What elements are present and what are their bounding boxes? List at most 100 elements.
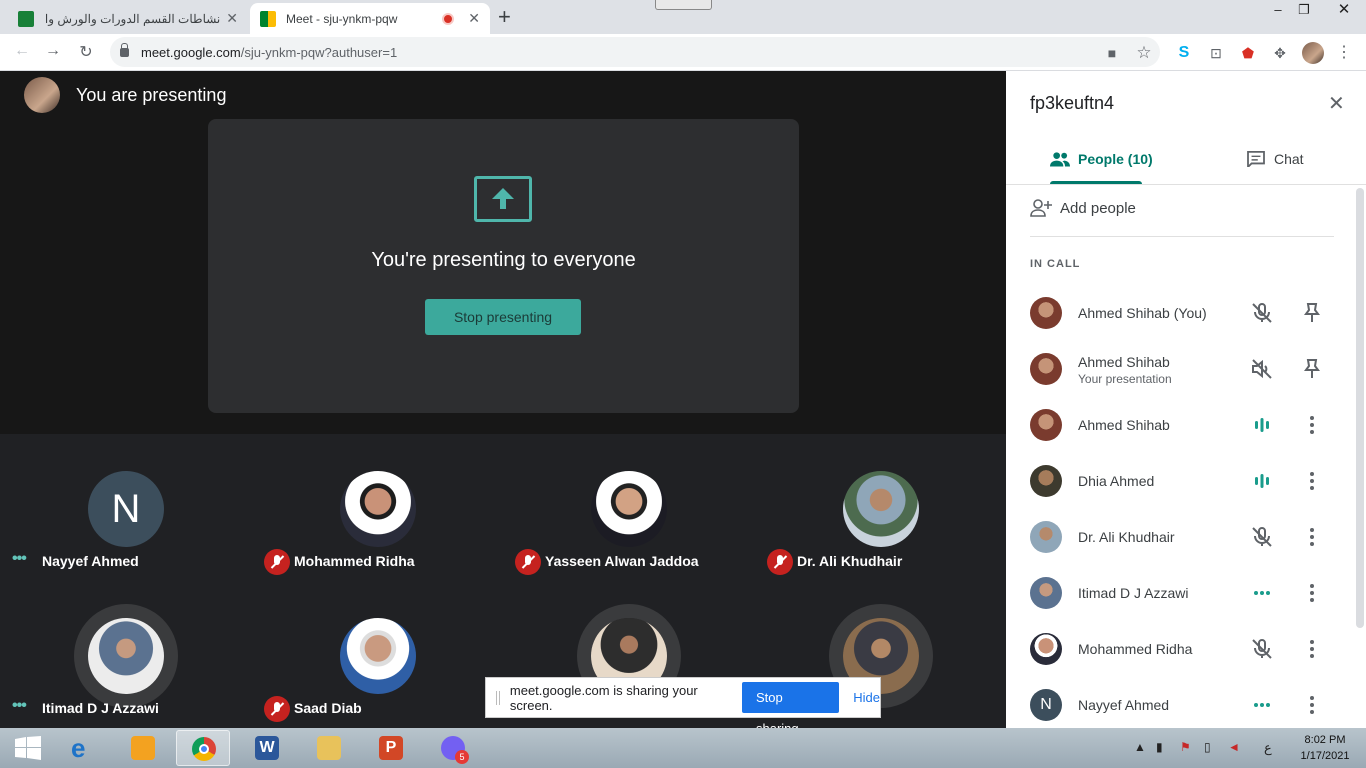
volume-muted-icon[interactable]: ◄ (1228, 740, 1240, 754)
taskbar-powerpoint[interactable]: P (364, 730, 418, 766)
window-drag-handle[interactable] (655, 0, 712, 10)
clock-date: 1/17/2021 (1300, 750, 1350, 762)
mic-off-icon[interactable] (1250, 525, 1274, 549)
participant-tile[interactable]: Saad Diab (252, 582, 502, 722)
screenshot-extension-icon[interactable]: ⊡ (1206, 43, 1226, 63)
presenting-message: You're presenting to everyone (371, 249, 636, 271)
browser-tab-inactive[interactable]: نشاطات القسم الدورات والورش وال ✕ (8, 3, 248, 34)
close-tab-icon[interactable]: ✕ (468, 10, 480, 27)
screen-share-notification: meet.google.com is sharing your screen. … (485, 677, 881, 736)
participant-tile[interactable]: Dr. Ali Khudhair (755, 435, 1005, 575)
participant-name: Mohammed Ridha (294, 553, 415, 569)
speaking-indicator-icon (1250, 413, 1274, 437)
avatar (340, 618, 416, 694)
participant-name: Ahmed Shihab (1078, 417, 1170, 433)
extension-badge-icon[interactable]: ⬟ (1238, 43, 1258, 63)
network-icon[interactable]: ▮ (1156, 740, 1163, 754)
drag-grip-icon[interactable] (496, 690, 500, 705)
talking-dots-icon (1250, 581, 1274, 605)
participant-row[interactable]: Ahmed Shihab (1030, 397, 1350, 453)
avatar (340, 471, 416, 547)
skype-extension-icon[interactable]: S (1174, 43, 1194, 63)
participant-row[interactable]: Dr. Ali Khudhair (1030, 509, 1350, 565)
browser-toolbar: ← → ↻ meet.google.com/sju-ynkm-pqw?authu… (0, 34, 1366, 71)
more-options-icon[interactable] (1300, 637, 1324, 661)
people-panel: fp3keuftn4 ✕ People (10) Chat Add people… (1006, 71, 1366, 728)
participant-name: Yasseen Alwan Jaddoa (545, 553, 699, 569)
talking-dots-icon (1250, 693, 1274, 717)
hide-link[interactable]: Hide (853, 690, 880, 705)
show-hidden-icons-icon[interactable]: ▲ (1134, 740, 1146, 754)
participant-row[interactable]: N Nayyef Ahmed (1030, 677, 1350, 733)
address-bar[interactable]: meet.google.com/sju-ynkm-pqw?authuser=1 (110, 37, 1160, 67)
pin-icon[interactable] (1300, 357, 1324, 381)
participant-name: Dr. Ali Khudhair (797, 553, 903, 569)
tab-people[interactable]: People (10) (1050, 133, 1153, 185)
viber-badge: 5 (455, 750, 469, 764)
close-window-icon[interactable]: ✕ (1322, 0, 1366, 22)
more-options-icon[interactable] (1300, 413, 1324, 437)
taskbar-viber[interactable]: 5 (426, 730, 480, 766)
system-clock[interactable]: 8:02 PM 1/17/2021 (1290, 732, 1360, 764)
profile-avatar[interactable] (1302, 42, 1324, 64)
taskbar-media-player[interactable] (116, 730, 170, 766)
reload-icon[interactable]: ↻ (76, 42, 96, 62)
close-tab-icon[interactable]: ✕ (226, 10, 238, 27)
participant-row[interactable]: Dhia Ahmed (1030, 453, 1350, 509)
extensions-puzzle-icon[interactable]: ✥ (1270, 43, 1290, 63)
volume-off-icon[interactable] (1250, 357, 1274, 381)
flag-icon[interactable]: ⚑ (1180, 740, 1191, 754)
participant-tile[interactable]: Mohammed Ridha (252, 435, 502, 575)
forward-icon[interactable]: → (43, 42, 63, 60)
lock-icon[interactable] (120, 42, 129, 57)
add-people-button[interactable]: Add people (1030, 199, 1136, 217)
avatar: N (1030, 689, 1062, 721)
windows-logo-icon (15, 736, 41, 760)
new-tab-button[interactable]: + (498, 6, 511, 28)
start-button[interactable] (4, 730, 58, 766)
more-options-icon[interactable] (1300, 581, 1324, 605)
more-options-icon[interactable] (1300, 693, 1324, 717)
tab-title: نشاطات القسم الدورات والورش وال (44, 11, 221, 26)
taskbar-chrome[interactable] (176, 730, 230, 766)
participant-tile[interactable]: Yasseen Alwan Jaddoa (503, 435, 753, 575)
add-person-icon (1030, 199, 1052, 217)
bookmark-star-icon[interactable]: ☆ (1134, 43, 1154, 63)
mic-off-icon[interactable] (1250, 637, 1274, 661)
tab-chat[interactable]: Chat (1246, 133, 1304, 185)
camera-icon[interactable]: ■ (1102, 43, 1122, 63)
battery-icon[interactable]: ▯ (1204, 740, 1211, 754)
taskbar-ie[interactable]: e (56, 730, 110, 766)
more-options-icon[interactable] (1300, 525, 1324, 549)
panel-scrollbar[interactable] (1356, 188, 1364, 628)
muted-mic-icon (515, 549, 541, 575)
stop-presenting-button[interactable]: Stop presenting (425, 299, 581, 335)
pin-icon[interactable] (1300, 301, 1324, 325)
participant-name: Ahmed Shihab (1078, 354, 1170, 370)
avatar (1030, 297, 1062, 329)
participant-row[interactable]: Ahmed Shihab Your presentation (1030, 341, 1350, 397)
avatar (591, 471, 667, 547)
input-language[interactable]: ع (1264, 740, 1272, 756)
mic-off-icon[interactable] (1250, 301, 1274, 325)
taskbar-explorer[interactable] (302, 730, 356, 766)
participant-tile[interactable]: ••• Itimad D J Azzawi (0, 582, 250, 722)
back-icon[interactable]: ← (12, 42, 32, 60)
participant-row[interactable]: Mohammed Ridha (1030, 621, 1350, 677)
chrome-menu-icon[interactable]: ⋮ (1334, 43, 1354, 63)
stop-sharing-button[interactable]: Stop sharing (742, 682, 840, 736)
more-options-icon[interactable] (1300, 469, 1324, 493)
word-icon: W (255, 736, 279, 760)
media-player-icon (131, 736, 155, 760)
ie-icon: e (71, 733, 86, 763)
close-panel-icon[interactable]: ✕ (1328, 91, 1345, 116)
participant-row[interactable]: Ahmed Shihab (You) (1030, 285, 1350, 341)
tab-chat-label: Chat (1274, 151, 1304, 167)
browser-tab-active[interactable]: Meet - sju-ynkm-pqw ✕ (250, 3, 490, 34)
participant-row[interactable]: Itimad D J Azzawi (1030, 565, 1350, 621)
taskbar-word[interactable]: W (240, 730, 294, 766)
folder-icon (317, 736, 341, 760)
minimize-icon[interactable]: – (1265, 0, 1291, 22)
participant-tile[interactable]: N ••• Nayyef Ahmed (0, 435, 250, 575)
restore-icon[interactable]: ❐ (1291, 0, 1317, 22)
